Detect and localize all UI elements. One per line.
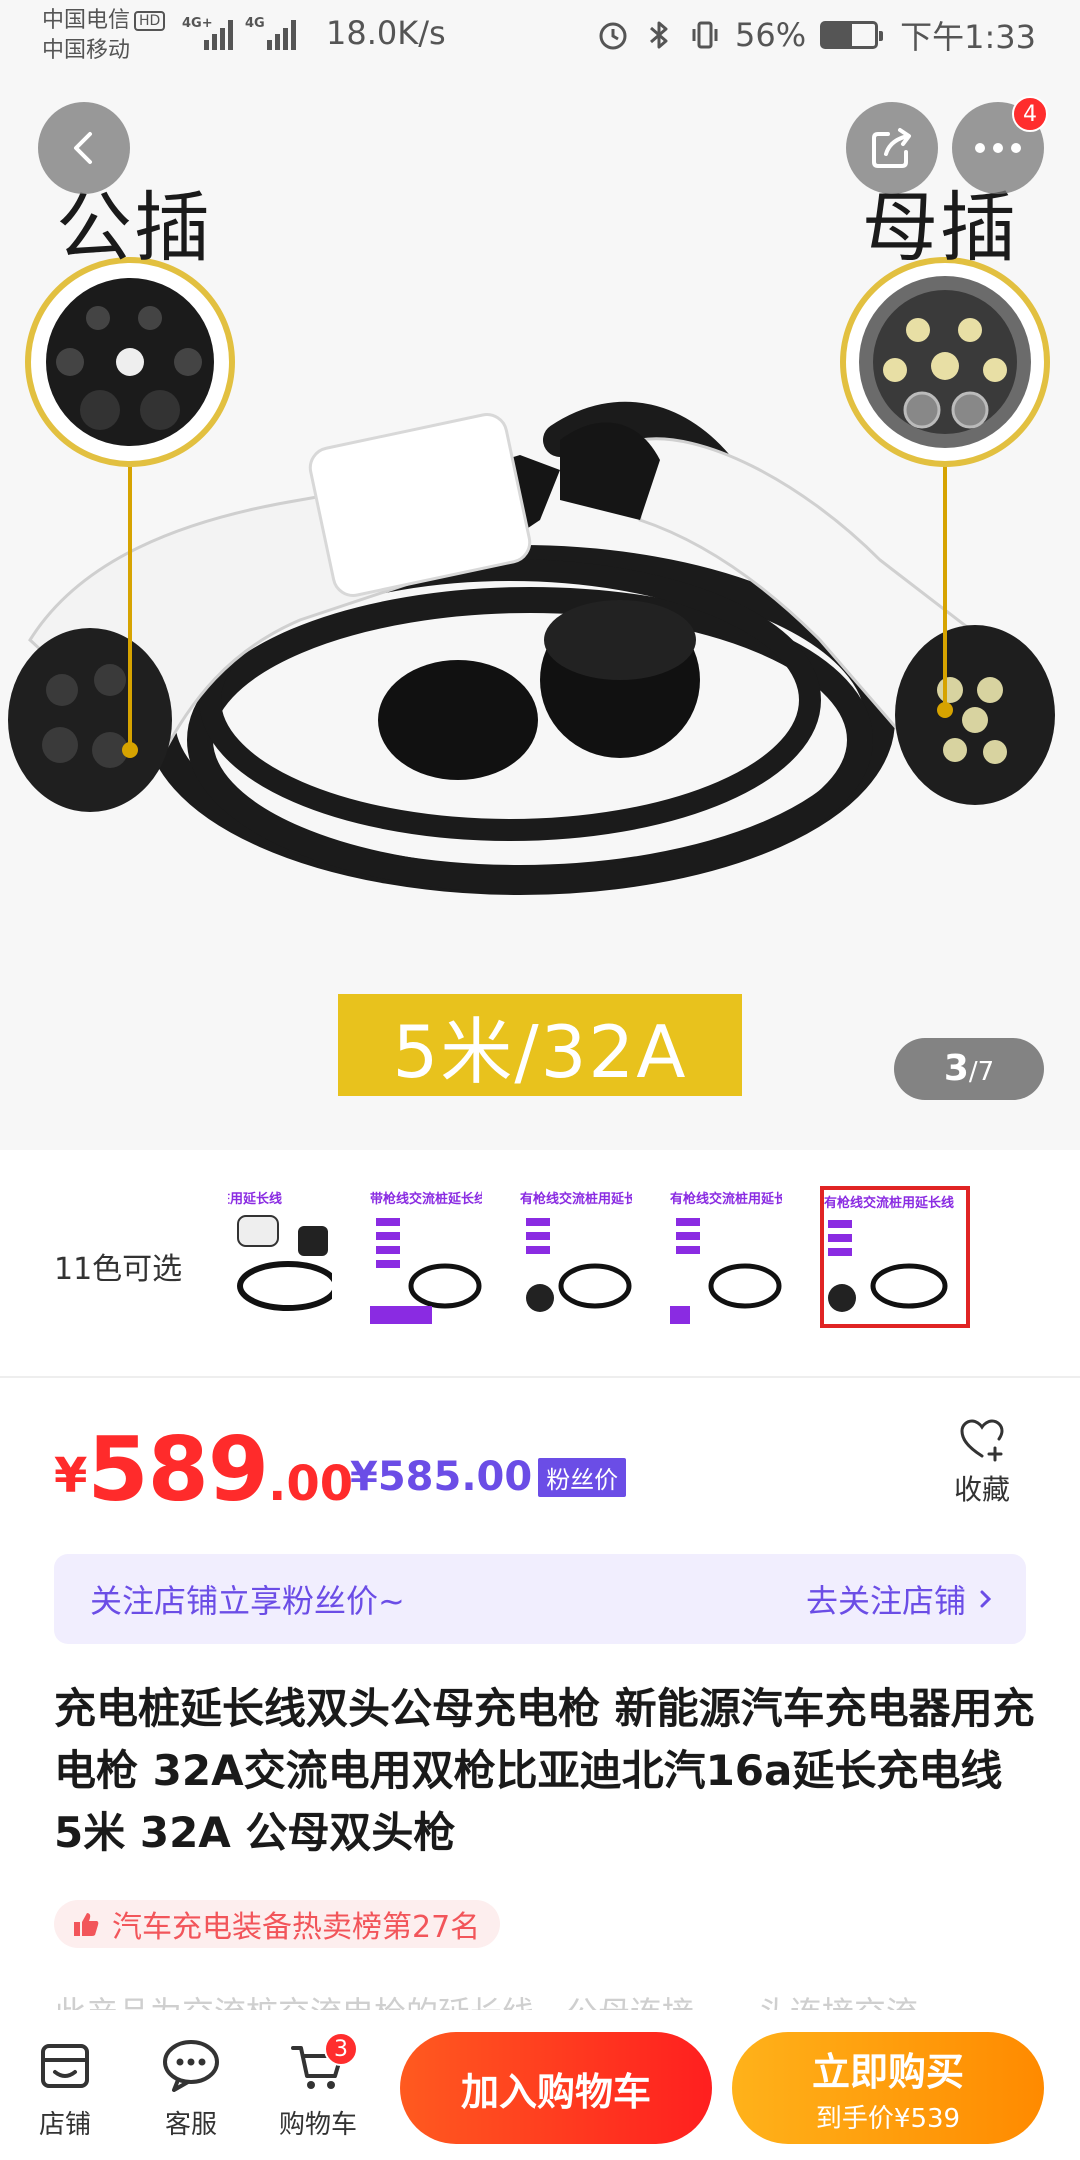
fan-price-tag: 粉丝价 <box>538 1457 627 1497</box>
current-price: ¥589.00 <box>54 1418 353 1521</box>
carrier-1: 中国电信 <box>42 8 131 33</box>
cart-tab[interactable]: 3 购物车 <box>262 2030 374 2141</box>
variant-caption: 有枪线交流桩用延长线 <box>824 1196 955 1211</box>
variant-selector: 11色可选 延桩用延长线 带枪线交流桩延长线 有枪线交流桩用延长线 有枪线交流桩… <box>0 1150 1080 1378</box>
variant-thumb[interactable]: 带枪线交流桩延长线 <box>370 1186 482 1328</box>
follow-store-link[interactable]: 去关注店铺 <box>806 1576 992 1622</box>
variant-thumb[interactable]: 延桩用延长线 <box>228 1186 332 1328</box>
variant-count-label: 11色可选 <box>54 1252 183 1287</box>
vibrate-icon <box>689 17 721 53</box>
network-speed: 18.0K/s <box>326 14 446 52</box>
currency-symbol: ¥ <box>54 1448 88 1504</box>
share-icon <box>872 128 911 168</box>
store-icon <box>41 2044 89 2088</box>
spec-badge: 5米/32A <box>338 994 742 1096</box>
back-button[interactable] <box>38 102 130 194</box>
fan-price: ¥585.00 粉丝价 <box>350 1454 627 1500</box>
favorite-label: 收藏 <box>953 1473 1010 1506</box>
signal-indicators: 4G+ 4G <box>182 16 296 50</box>
bottom-action-bar: 店铺 客服 3 购物车 加入购物车 立即购买 到手价¥539 <box>0 2010 1080 2160</box>
add-to-cart-button[interactable]: 加入购物车 <box>400 2032 712 2144</box>
store-label: 店铺 <box>38 2110 91 2140</box>
variant-thumb-selected[interactable]: 有枪线交流桩用延长线 <box>820 1186 970 1328</box>
image-page-counter: 3 /7 <box>894 1038 1044 1100</box>
cart-count-badge: 3 <box>324 2032 358 2066</box>
signal-1-icon: 4G+ <box>182 16 233 50</box>
variant-thumb[interactable]: 有枪线交流桩用延长线 <box>520 1186 632 1328</box>
variant-caption: 延桩用延长线 <box>228 1192 283 1207</box>
more-badge: 4 <box>1012 96 1048 132</box>
page-current: 3 <box>943 1048 969 1089</box>
follow-promo-text: 关注店铺立享粉丝价~ <box>90 1582 405 1620</box>
cart-label: 购物车 <box>278 2110 357 2140</box>
ranking-chip[interactable]: 汽车充电装备热卖榜第27名 <box>54 1900 501 1948</box>
page-total: /7 <box>968 1057 995 1087</box>
alarm-icon <box>597 17 629 53</box>
price-decimal: .00 <box>268 1456 354 1512</box>
clock: 下午1:33 <box>900 18 1036 56</box>
fan-price-value: ¥585.00 <box>350 1454 533 1500</box>
thumbs-up-icon <box>74 1913 99 1936</box>
signal-2-icon: 4G <box>245 16 296 50</box>
carriers: 中国电信 HD 中国移动 <box>42 6 166 66</box>
bluetooth-icon <box>643 17 675 53</box>
battery-icon <box>820 21 884 49</box>
price-row: ¥589.00 ¥585.00 粉丝价 收藏 <box>54 1418 1034 1521</box>
customer-service-icon <box>163 2040 219 2092</box>
favorite-button[interactable]: 收藏 <box>942 1418 1022 1508</box>
chevron-left-icon <box>74 132 92 164</box>
price-integer: 589 <box>87 1418 269 1521</box>
variant-thumb[interactable]: 有枪线交流桩用延长线 <box>670 1186 782 1328</box>
variant-caption: 有枪线交流桩用延长线 <box>670 1192 782 1207</box>
variant-caption: 有枪线交流桩用延长线 <box>520 1192 632 1207</box>
network-type-2: 4G <box>245 16 265 31</box>
heart-plus-icon <box>960 1419 1004 1462</box>
store-tab[interactable]: 店铺 <box>10 2030 120 2141</box>
variant-caption: 带枪线交流桩延长线 <box>370 1192 482 1207</box>
more-button[interactable]: 4 <box>952 96 1048 194</box>
buy-now-label: 立即购买 <box>811 2050 964 2094</box>
more-dots-icon <box>975 143 1021 153</box>
buy-now-final-price: 到手价¥539 <box>815 2104 961 2134</box>
carrier-2: 中国移动 <box>42 38 131 63</box>
battery-percent: 56% <box>735 16 807 54</box>
follow-store-label: 去关注店铺 <box>805 1582 966 1620</box>
network-type-1: 4G+ <box>182 16 213 31</box>
status-right: 56% 下午1:33 <box>597 12 1036 58</box>
product-title: 充电桩延长线双头公母充电枪 新能源汽车充电器用充电枪 32A交流电用双枪比亚迪北… <box>54 1684 1035 1857</box>
service-label: 客服 <box>164 2110 217 2140</box>
follow-store-banner[interactable]: 关注店铺立享粉丝价~ 去关注店铺 <box>54 1554 1026 1644</box>
status-bar: 中国电信 HD 中国移动 4G+ 4G 18.0K/s 56% 下午1:33 <box>0 0 1080 80</box>
share-button[interactable] <box>846 102 938 194</box>
ranking-text: 汽车充电装备热卖榜第27名 <box>112 1910 481 1945</box>
chevron-right-icon <box>980 1590 992 1608</box>
hd-badge: HD <box>134 11 166 31</box>
variant-thumbnails: 延桩用延长线 带枪线交流桩延长线 有枪线交流桩用延长线 有枪线交流桩用延长线 有… <box>228 1186 970 1328</box>
service-tab[interactable]: 客服 <box>136 2030 246 2141</box>
buy-now-button[interactable]: 立即购买 到手价¥539 <box>732 2032 1044 2144</box>
